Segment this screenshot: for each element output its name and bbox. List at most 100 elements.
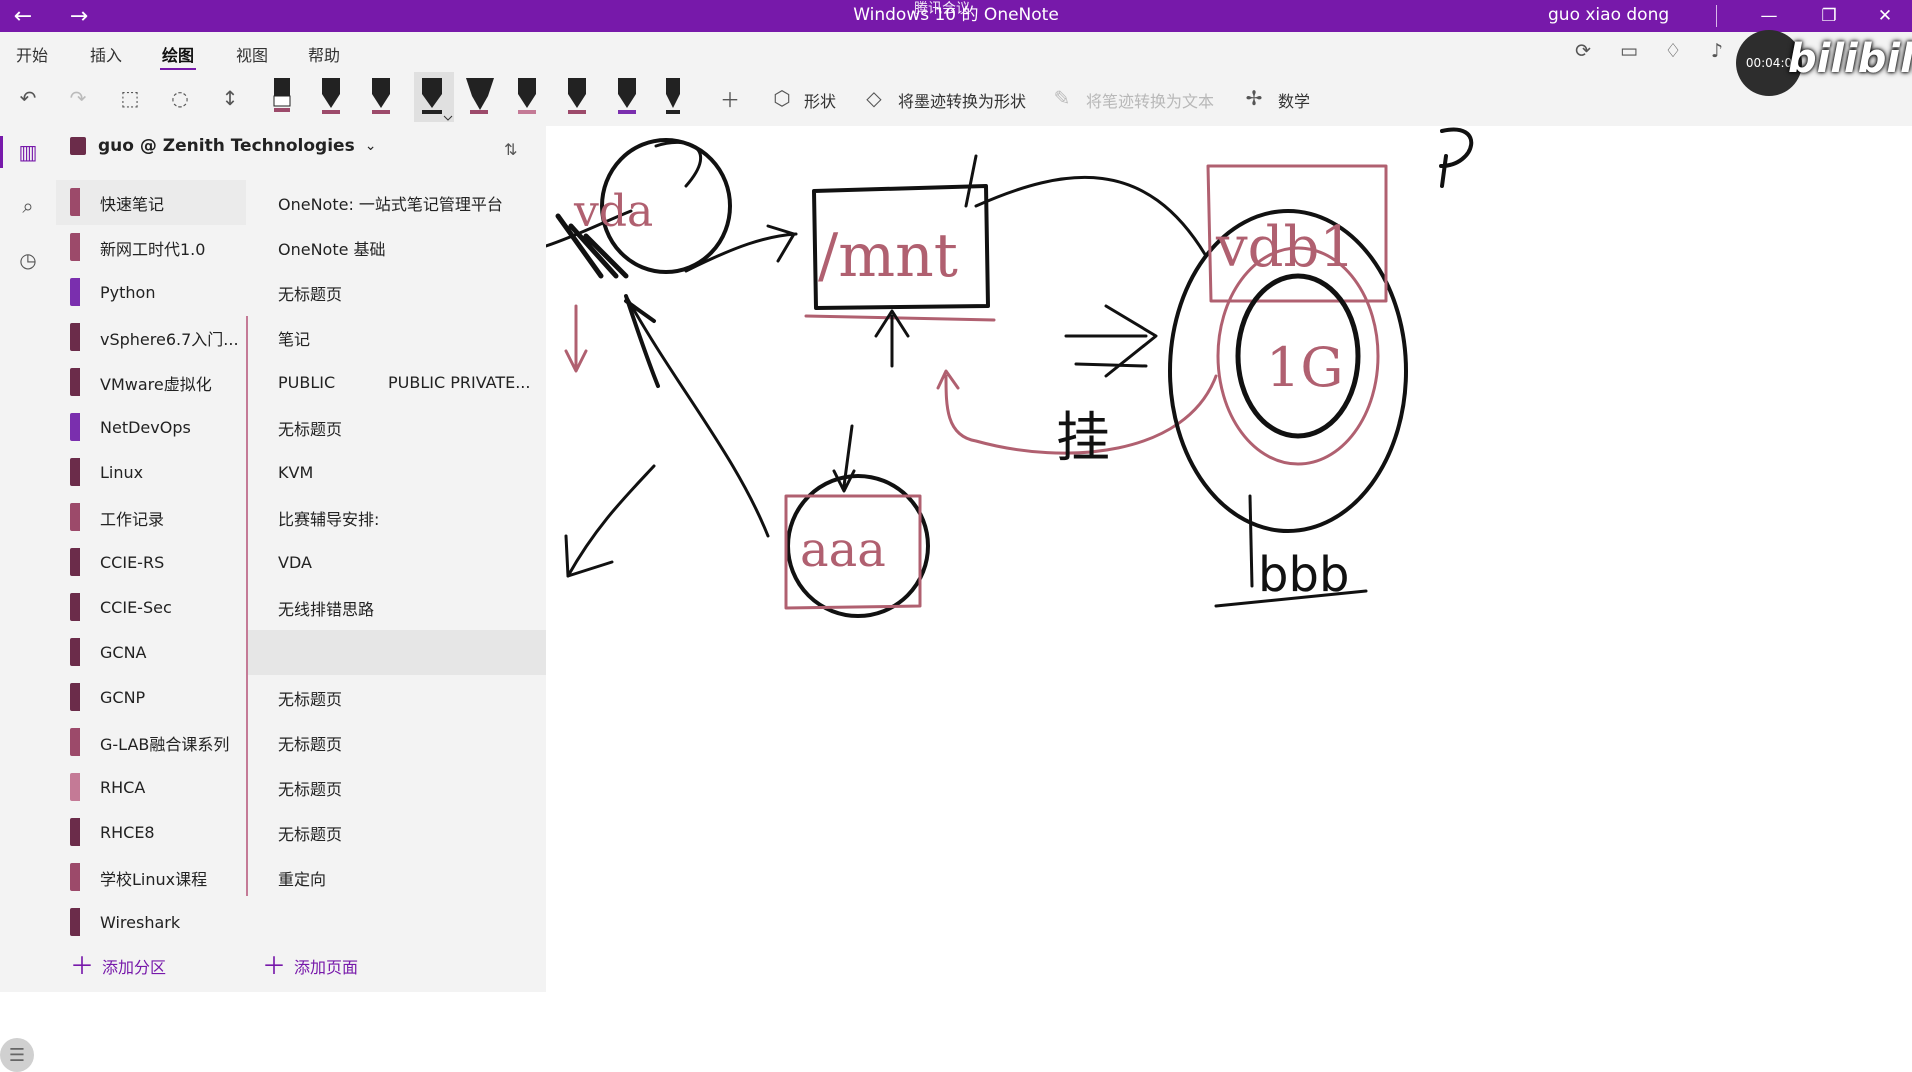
section-item[interactable]: Python [56,270,246,315]
section-label: Wireshark [100,913,181,932]
ink-to-shape-button[interactable]: 将墨迹转换为形状 [898,88,1026,112]
sort-icon[interactable]: ⇅ [504,140,517,159]
page-item[interactable]: OneNote: 一站式笔记管理平台 [248,180,546,225]
section-label: 学校Linux课程 [100,869,208,889]
add-page-button[interactable]: ＋ 添加页面 [262,954,358,978]
section-item[interactable]: VMware虚拟化 [56,360,246,405]
title-separator [1716,5,1717,27]
ink-arrow-right [684,224,798,273]
ink-stroke [964,154,978,208]
section-item[interactable]: RHCA [56,765,246,810]
feedback-icon[interactable]: ☰ [0,1038,34,1072]
section-item[interactable]: Linux [56,450,246,495]
tab-draw[interactable]: 绘图 [159,42,197,71]
section-item[interactable]: NetDevOps [56,405,246,450]
section-item[interactable]: 新网工时代1.0 [56,225,246,270]
section-item[interactable]: GCNA [56,630,246,675]
tab-view[interactable]: 视图 [236,42,268,66]
page-item[interactable]: 无标题页 [248,765,546,810]
section-color-tab [70,593,80,621]
section-item[interactable]: 工作记录 [56,495,246,540]
page-label: OneNote: 一站式笔记管理平台 [278,194,503,214]
section-item[interactable]: vSphere6.7入门... [56,315,246,360]
page-item[interactable]: 笔记 [248,315,546,360]
section-color-tab [70,773,80,801]
tab-help[interactable]: 帮助 [308,42,340,66]
title-bar: ← → Windows 10 的 OneNote 腾讯会议 guo xiao d… [0,0,1912,32]
pen-gallery[interactable] [262,70,682,126]
sync-icon[interactable]: ⟳ [1570,38,1596,64]
pen-2-icon [322,78,340,114]
lightbulb-icon[interactable]: ♢ [1660,38,1686,64]
page-item[interactable]: VDA [248,540,546,585]
section-color-tab [70,323,80,351]
shape-button[interactable]: 形状 [804,88,836,112]
section-item[interactable]: CCIE-Sec [56,585,246,630]
section-color-tab [70,413,80,441]
add-pen-icon[interactable]: ＋ [716,80,744,116]
plus-icon: ＋ [70,952,94,980]
pen-6-icon [568,78,586,114]
section-label: VMware虚拟化 [100,374,212,394]
user-name[interactable]: guo xiao dong [1548,0,1669,30]
page-item[interactable]: 无标题页 [248,270,546,315]
ink-stroke [1248,494,1254,588]
section-color-tab [70,278,80,306]
add-space-icon[interactable]: ↕ [214,80,246,116]
page-item[interactable]: 无线排错思路 [248,585,546,630]
page-label: 无标题页 [278,419,343,439]
draw-toolbar: ↶ ↷ ⬚ ◌ ↕ ＋ ⬡ 形状 ◇ 将墨迹转换为形状 ✎ 将笔迹转换为文本 ✢… [0,70,1912,126]
notification-bell-icon[interactable]: ♪ [1704,38,1730,64]
notebook-name: guo @ Zenith Technologies [98,136,355,156]
page-item[interactable]: 无标题页 [248,675,546,720]
section-item[interactable]: 学校Linux课程 [56,855,246,900]
notebook-selector[interactable]: guo @ Zenith Technologies ⌄ [70,136,376,156]
add-page-label: 添加页面 [294,958,359,977]
section-item[interactable]: Wireshark [56,900,246,945]
section-item[interactable]: RHCE8 [56,810,246,855]
navigation-pane: guo @ Zenith Technologies ⌄ ⇅ 快速笔记 新网工时代… [56,126,546,992]
page-item[interactable]: OneNote 基础 [248,225,546,270]
ink-to-shape-icon[interactable]: ◇ [860,80,888,116]
immersive-reader-icon[interactable]: ▭ [1616,38,1642,64]
ink-text-aaa: aaa [800,522,886,578]
page-item[interactable]: 无标题页 [248,720,546,765]
search-icon[interactable]: ⌕ [8,186,48,226]
ink-drawing[interactable]: vda /mnt 挂 vdb1 1G bbb aaa [546,126,1912,992]
page-item[interactable]: KVM [248,450,546,495]
ink-to-text-button[interactable]: 将笔迹转换为文本 [1086,88,1214,112]
lasso-select-icon[interactable]: ⬚ [114,80,146,116]
page-item-selected[interactable] [248,630,546,675]
bilibili-logo: bilibili [1788,36,1912,82]
section-label: G-LAB融合课系列 [100,734,230,754]
page-item[interactable]: 无标题页 [248,810,546,855]
section-item[interactable]: GCNP [56,675,246,720]
page-item[interactable]: 无标题页 [248,405,546,450]
page-item[interactable]: 重定向 [248,855,546,900]
page-label: PUBLIC [278,373,336,392]
add-section-button[interactable]: ＋ 添加分区 [70,954,166,978]
tab-insert[interactable]: 插入 [90,42,122,66]
section-label: RHCE8 [100,823,155,842]
recent-clock-icon[interactable]: ◷ [8,240,48,280]
ink-to-text-icon[interactable]: ✎ [1048,80,1076,116]
section-color-tab [70,548,80,576]
page-item[interactable]: 比赛辅导安排: [248,495,546,540]
ink-text-hang: 挂 [1056,406,1110,469]
page-canvas[interactable]: vda /mnt 挂 vdb1 1G bbb aaa [546,126,1912,992]
tab-home[interactable]: 开始 [16,42,48,66]
eraser-icon[interactable]: ◌ [164,80,196,116]
shape-icon[interactable]: ⬡ [768,80,796,116]
ink-underline [804,314,996,322]
page-item[interactable]: PUBLIC PUBLIC PRIVATE... [248,360,546,405]
section-item[interactable]: G-LAB融合课系列 [56,720,246,765]
math-button[interactable]: 数学 [1278,88,1310,112]
undo-icon[interactable]: ↶ [12,80,44,116]
math-icon[interactable]: ✢ [1240,80,1268,116]
section-item[interactable]: CCIE-RS [56,540,246,585]
pen-8-icon [666,78,680,114]
notebooks-icon[interactable]: ▥ [0,132,48,172]
redo-icon[interactable]: ↷ [62,80,94,116]
ink-text-mnt: /mnt [818,221,958,291]
section-item[interactable]: 快速笔记 [56,180,246,225]
